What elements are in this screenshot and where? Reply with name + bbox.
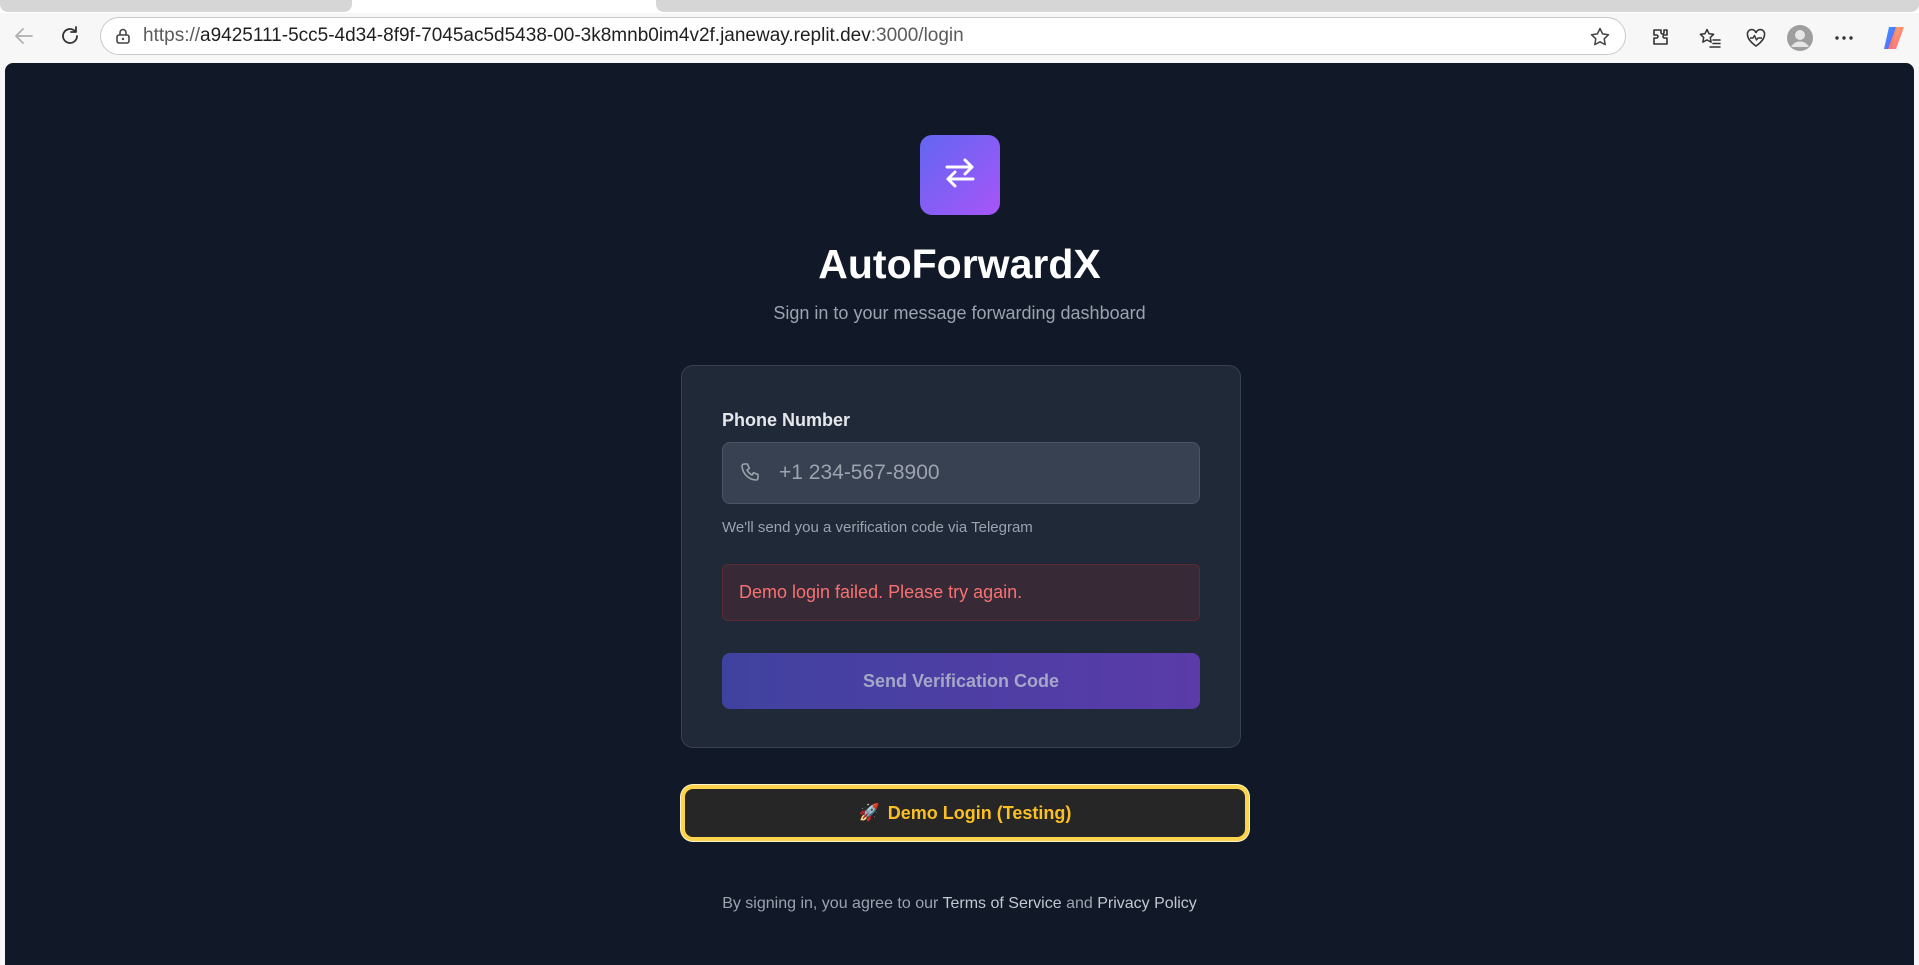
demo-login-label: Demo Login (Testing) <box>887 802 1072 823</box>
url-path: :3000/login <box>870 25 964 46</box>
favorites-icon[interactable] <box>1696 24 1724 52</box>
url-host: a9425111-5cc5-4d34-8f9f-7045ac5d5438-00-… <box>200 25 871 46</box>
legal-footer: By signing in, you agree to our Terms of… <box>5 895 1914 913</box>
browser-toolbar: https://a9425111-5cc5-4d34-8f9f-7045ac5d… <box>0 13 1919 63</box>
error-alert: Demo login failed. Please try again. <box>722 564 1200 621</box>
phone-number-input[interactable] <box>777 442 1199 504</box>
browser-tab[interactable] <box>0 0 352 12</box>
send-verification-code-button[interactable]: Send Verification Code <box>722 653 1200 709</box>
swap-arrows-icon <box>940 153 980 198</box>
url-scheme: https:// <box>143 25 201 46</box>
reload-button[interactable] <box>56 24 84 52</box>
footer-and: and <box>1061 895 1098 912</box>
page-subtitle: Sign in to your message forwarding dashb… <box>773 303 1146 323</box>
url-text: https://a9425111-5cc5-4d34-8f9f-7045ac5d… <box>143 25 964 47</box>
more-icon[interactable] <box>1830 24 1858 52</box>
extensions-icon[interactable] <box>1647 24 1675 52</box>
favorite-star-icon[interactable] <box>1589 26 1611 53</box>
back-button[interactable] <box>10 24 38 52</box>
page-viewport: AutoForwardX Sign in to your message for… <box>5 63 1914 965</box>
error-message: Demo login failed. Please try again. <box>739 582 1023 602</box>
demo-login-button[interactable]: 🚀 Demo Login (Testing) <box>681 785 1249 841</box>
address-bar[interactable]: https://a9425111-5cc5-4d34-8f9f-7045ac5d… <box>100 17 1626 55</box>
login-card: Phone Number We'll send you a verificati… <box>681 365 1241 748</box>
phone-number-label: Phone Number <box>722 410 851 430</box>
lock-icon[interactable] <box>103 27 143 45</box>
profile-icon[interactable] <box>1786 24 1814 52</box>
rocket-icon: 🚀 <box>858 803 880 822</box>
verification-hint: We'll send you a verification code via T… <box>722 519 1033 536</box>
browser-tab[interactable] <box>656 0 1919 12</box>
terms-of-service-link[interactable]: Terms of Service <box>942 895 1061 912</box>
tab-strip <box>0 0 1919 13</box>
phone-input-container[interactable] <box>722 442 1200 504</box>
footer-prefix: By signing in, you agree to our <box>722 895 943 912</box>
app-logo <box>920 135 1000 215</box>
phone-icon <box>725 461 777 485</box>
app-title: AutoForwardX <box>818 241 1101 287</box>
health-icon[interactable] <box>1742 24 1770 52</box>
copilot-icon[interactable] <box>1880 24 1908 52</box>
reload-icon <box>59 25 81 52</box>
back-icon <box>13 25 35 52</box>
privacy-policy-link[interactable]: Privacy Policy <box>1097 895 1197 912</box>
